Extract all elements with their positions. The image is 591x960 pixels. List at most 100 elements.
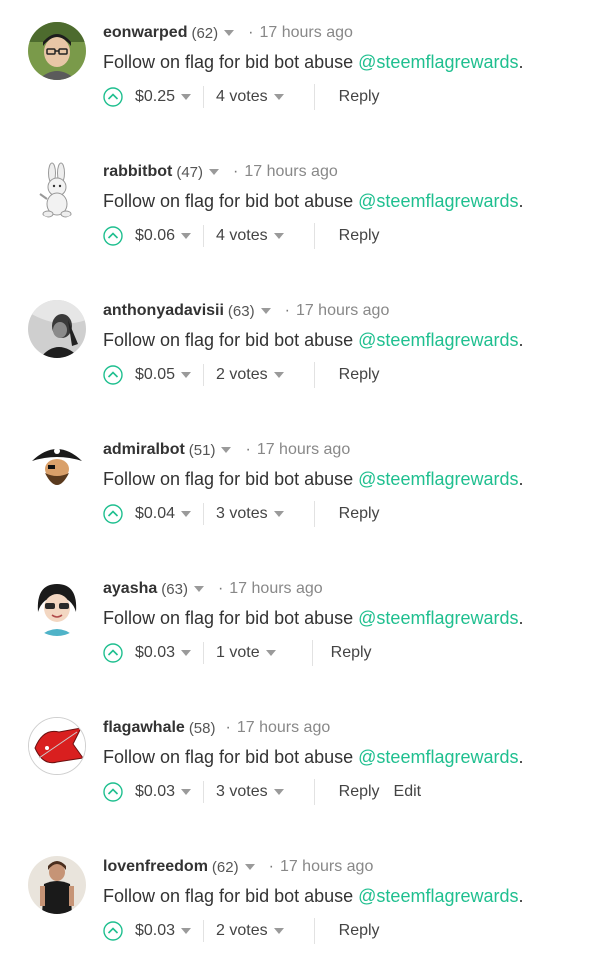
avatar[interactable] <box>28 439 86 497</box>
caret-down-icon[interactable] <box>224 30 235 36</box>
upvote-icon[interactable] <box>103 643 123 663</box>
author-name[interactable]: lovenfreedom <box>103 858 208 876</box>
divider <box>313 501 315 527</box>
reply-button[interactable]: Reply <box>339 366 380 384</box>
avatar[interactable] <box>28 717 86 775</box>
timestamp[interactable]: 17 hours ago <box>280 858 373 876</box>
caret-down-icon <box>273 789 284 795</box>
votes-dropdown[interactable]: 2 votes <box>216 366 284 384</box>
comment-body: Follow on flag for bid bot abuse @steemf… <box>103 191 524 212</box>
edit-button[interactable]: Edit <box>394 783 422 801</box>
comment-body: Follow on flag for bid bot abuse @steemf… <box>103 52 524 73</box>
avatar[interactable] <box>28 856 86 914</box>
votes-dropdown[interactable]: 1 vote <box>216 644 276 662</box>
mention-link[interactable]: @steemflagrewards <box>358 330 518 350</box>
caret-down-icon[interactable] <box>221 447 232 453</box>
mention-link[interactable]: @steemflagrewards <box>358 191 518 211</box>
payout-dropdown[interactable]: $0.04 <box>135 505 192 523</box>
payout-dropdown[interactable]: $0.03 <box>135 922 192 940</box>
mention-link[interactable]: @steemflagrewards <box>358 886 518 906</box>
mention-link[interactable]: @steemflagrewards <box>358 469 518 489</box>
mention-link[interactable]: @steemflagrewards <box>358 747 518 767</box>
comment-body: Follow on flag for bid bot abuse @steemf… <box>103 747 524 768</box>
payout-dropdown[interactable]: $0.25 <box>135 88 192 106</box>
comment-header: flagawhale (58) · 17 hours ago <box>103 717 330 739</box>
caret-down-icon[interactable] <box>244 864 255 870</box>
author-name[interactable]: ayasha <box>103 580 157 598</box>
mention-link[interactable]: @steemflagrewards <box>358 608 518 628</box>
avatar[interactable] <box>28 300 86 358</box>
divider <box>313 362 315 388</box>
reply-button[interactable]: Reply <box>339 505 380 523</box>
upvote-icon[interactable] <box>103 365 123 385</box>
payout-dropdown[interactable]: $0.03 <box>135 644 192 662</box>
avatar[interactable] <box>28 161 86 219</box>
timestamp[interactable]: 17 hours ago <box>244 163 337 181</box>
votes-dropdown[interactable]: 3 votes <box>216 505 284 523</box>
payout-dropdown[interactable]: $0.03 <box>135 783 192 801</box>
avatar-lovenfreedom-icon <box>28 856 86 914</box>
divider <box>203 781 205 803</box>
upvote-icon[interactable] <box>103 87 123 107</box>
timestamp[interactable]: 17 hours ago <box>229 580 322 598</box>
divider <box>203 642 205 664</box>
timestamp[interactable]: 17 hours ago <box>259 24 352 42</box>
author-name[interactable]: eonwarped <box>103 24 187 42</box>
votes-dropdown[interactable]: 3 votes <box>216 783 284 801</box>
payout-value: $0.03 <box>135 922 176 939</box>
reply-button[interactable]: Reply <box>339 922 380 940</box>
comment-period: . <box>518 191 524 211</box>
reply-button[interactable]: Reply <box>339 227 380 245</box>
upvote-icon[interactable] <box>103 782 123 802</box>
caret-down-icon <box>181 372 192 378</box>
timestamp[interactable]: 17 hours ago <box>237 719 330 737</box>
timestamp[interactable]: 17 hours ago <box>257 441 350 459</box>
divider <box>313 223 315 249</box>
upvote-icon[interactable] <box>103 226 123 246</box>
caret-down-icon <box>273 511 284 517</box>
reply-button[interactable]: Reply <box>339 783 380 801</box>
comment-text: Follow on flag for bid bot abuse <box>103 886 359 906</box>
votes-count: 3 votes <box>216 505 268 522</box>
comment-period: . <box>518 608 524 628</box>
separator-dot: · <box>245 441 251 458</box>
reply-button[interactable]: Reply <box>339 88 380 106</box>
author-name[interactable]: anthonyadavisii <box>103 302 224 320</box>
caret-down-icon[interactable] <box>193 586 204 592</box>
author-reputation: (63) <box>161 580 188 598</box>
separator-dot: · <box>217 580 224 597</box>
comment-period: . <box>518 52 524 72</box>
votes-dropdown[interactable]: 4 votes <box>216 227 284 245</box>
comment-body: Follow on flag for bid bot abuse @steemf… <box>103 469 524 490</box>
comment-actions: $0.03 1 vote Reply <box>103 640 372 666</box>
avatar-eonwarped-icon <box>28 22 86 80</box>
caret-down-icon[interactable] <box>260 308 271 314</box>
avatar-admiralbot-icon <box>28 439 86 497</box>
divider <box>313 84 315 110</box>
avatar[interactable] <box>28 578 86 636</box>
avatar-flagawhale-icon <box>29 718 85 774</box>
caret-down-icon[interactable] <box>209 169 220 175</box>
author-name[interactable]: rabbitbot <box>103 163 172 181</box>
comment-header: anthonyadavisii (63) · 17 hours ago <box>103 300 389 322</box>
mention-link[interactable]: @steemflagrewards <box>358 52 518 72</box>
separator-dot: · <box>225 719 231 736</box>
upvote-icon[interactable] <box>103 921 123 941</box>
author-name[interactable]: flagawhale <box>103 719 185 737</box>
payout-dropdown[interactable]: $0.05 <box>135 366 192 384</box>
votes-dropdown[interactable]: 2 votes <box>216 922 284 940</box>
timestamp[interactable]: 17 hours ago <box>296 302 389 320</box>
comment-actions: $0.05 2 votes Reply <box>103 362 380 388</box>
upvote-icon[interactable] <box>103 504 123 524</box>
comment-actions: $0.25 4 votes Reply <box>103 84 380 110</box>
votes-count: 1 vote <box>216 644 260 661</box>
reply-button[interactable]: Reply <box>331 644 372 662</box>
author-name[interactable]: admiralbot <box>103 441 185 459</box>
comment-actions: $0.03 2 votes Reply <box>103 918 380 944</box>
votes-dropdown[interactable]: 4 votes <box>216 88 284 106</box>
separator-dot: · <box>248 24 254 41</box>
payout-value: $0.25 <box>135 88 176 105</box>
comment-text: Follow on flag for bid bot abuse <box>103 608 359 628</box>
avatar[interactable] <box>28 22 86 80</box>
payout-dropdown[interactable]: $0.06 <box>135 227 192 245</box>
